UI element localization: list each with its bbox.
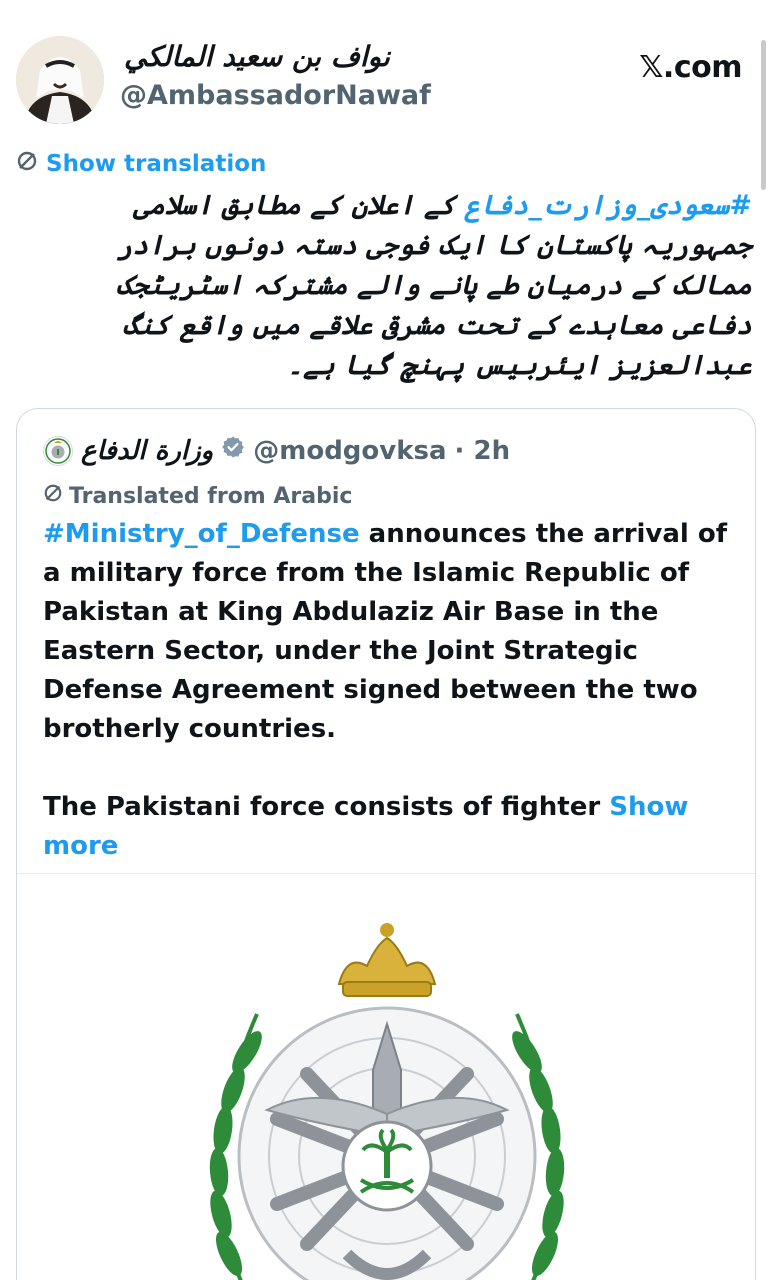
quoted-tweet-text: #Ministry_of_Defense announces the arriv…: [43, 515, 733, 905]
ministry-of-defense-emblem: [209, 923, 565, 1280]
quoted-hashtag-link[interactable]: #Ministry_of_Defense: [43, 519, 360, 549]
show-translation-button[interactable]: Show translation: [16, 150, 266, 178]
quoted-timestamp[interactable]: · 2h: [455, 436, 511, 466]
quoted-display-name[interactable]: وزارة الدفاع: [81, 436, 213, 466]
mod-emblem-small-icon: [45, 437, 71, 464]
globe-slash-icon: [16, 150, 38, 178]
scrollbar[interactable]: [761, 40, 766, 190]
show-translation-label: Show translation: [46, 151, 267, 177]
user-handle[interactable]: @AmbassadorNawaf: [120, 80, 431, 111]
quoted-avatar[interactable]: [43, 435, 73, 466]
x-site-logo[interactable]: 𝕏.com: [639, 50, 742, 85]
quoted-para2-text: The Pakistani force consists of fighter: [43, 792, 610, 822]
avatar[interactable]: [16, 36, 104, 124]
quoted-paragraph-2: The Pakistani force consists of fighter …: [43, 788, 733, 866]
tweet-text: #سعودی_وزارت_دفاع کے اعلان کے مطابق اسلا…: [40, 186, 752, 386]
crown: [337, 923, 437, 997]
quoted-tweet[interactable]: وزارة الدفاع @modgovksa · 2h Translated …: [16, 408, 756, 1280]
translated-from-text: Translated from Arabic: [69, 483, 353, 509]
globe-slash-icon: [43, 483, 63, 509]
display-name[interactable]: نواف بن سعيد المالكي: [124, 40, 390, 73]
hashtag-link[interactable]: #سعودی_وزارت_دفاع: [465, 190, 752, 221]
quoted-handle[interactable]: @modgovksa: [253, 436, 446, 466]
avatar-portrait: [16, 36, 104, 124]
quoted-paragraph-1: #Ministry_of_Defense announces the arriv…: [43, 515, 733, 749]
quoted-media[interactable]: [17, 873, 755, 1280]
quoted-para1-text: announces the arrival of a military forc…: [43, 519, 728, 744]
quoted-tweet-header: وزارة الدفاع @modgovksa · 2h: [43, 435, 510, 466]
verified-badge-icon: [221, 435, 245, 466]
translated-from-label: Translated from Arabic: [43, 483, 352, 509]
tweet-header: نواف بن سعيد المالكي @AmbassadorNawaf 𝕏.…: [16, 36, 756, 128]
